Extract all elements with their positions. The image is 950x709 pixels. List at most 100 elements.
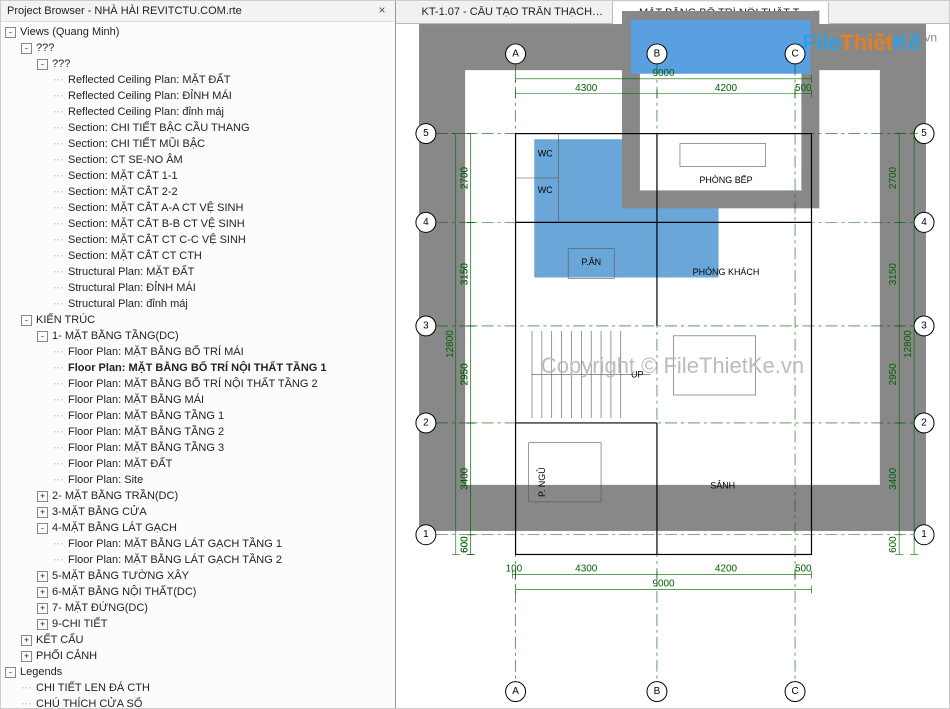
tree-item[interactable]: ⋯Floor Plan: MẶT BẰNG TẦNG 1 <box>5 408 395 424</box>
tree-item[interactable]: ⋯Section: MẶT CẮT B-B CT VỆ SINH <box>5 216 395 232</box>
tree-item[interactable]: ⋯Floor Plan: MẶT BẰNG BỐ TRÍ NỘI THẤT TẦ… <box>5 360 395 376</box>
tab-inactive[interactable]: KT-1.07 - CẤU TẠO TRẦN THẠCH C... <box>396 1 613 23</box>
tree-item[interactable]: ⋯Structural Plan: đỉnh máj <box>5 296 395 312</box>
tree-label[interactable]: 5-MẶT BẰNG TƯỜNG XÂY <box>50 568 191 584</box>
expand-icon[interactable]: + <box>37 491 48 502</box>
tree-label[interactable]: Structural Plan: ĐỈNH MÁI <box>66 280 198 296</box>
tree-label[interactable]: Section: MẶT CẮT 2-2 <box>66 184 180 200</box>
tree-label[interactable]: 7- MẶT ĐỨNG(DC) <box>50 600 150 616</box>
tree-item[interactable]: -KIẾN TRÚC <box>5 312 395 328</box>
tree-item[interactable]: ⋯Floor Plan: MẶT BẰNG TẦNG 2 <box>5 424 395 440</box>
tree-item[interactable]: -1- MẶT BẰNG TẦNG(DC) <box>5 328 395 344</box>
expand-icon[interactable]: + <box>21 651 32 662</box>
tree-item[interactable]: ⋯Floor Plan: MẶT BẰNG TẦNG 3 <box>5 440 395 456</box>
tree-label[interactable]: 6-MẶT BẰNG NỘI THẤT(DC) <box>50 584 198 600</box>
expand-icon[interactable]: + <box>37 619 48 630</box>
tree-item[interactable]: +KẾT CẤU <box>5 632 395 648</box>
tree-item[interactable]: ⋯Reflected Ceiling Plan: đỉnh máj <box>5 104 395 120</box>
tree-label[interactable]: CHÚ THÍCH CỬA SỔ <box>34 696 144 708</box>
expand-icon[interactable]: + <box>37 571 48 582</box>
tree-label[interactable]: Floor Plan: MẶT BẰNG TẦNG 1 <box>66 408 226 424</box>
tree-label[interactable]: Section: MẶT CẮT CT CTH <box>66 248 204 264</box>
expand-icon[interactable]: + <box>37 507 48 518</box>
tree-label[interactable]: KẾT CẤU <box>34 632 85 648</box>
tree-label[interactable]: Floor Plan: MẶT BẰNG BỐ TRÍ MÁI <box>66 344 246 360</box>
tree-label[interactable]: Structural Plan: đỉnh máj <box>66 296 190 312</box>
tree-item[interactable]: +9-CHI TIẾT <box>5 616 395 632</box>
tree-item[interactable]: ⋯Section: MẶT CẮT CT C-C VỆ SINH <box>5 232 395 248</box>
tree-label[interactable]: 9-CHI TIẾT <box>50 616 109 632</box>
tree-item[interactable]: +3-MẶT BẰNG CỬA <box>5 504 395 520</box>
tree-label[interactable]: Section: MẶT CẮT A-A CT VỆ SINH <box>66 200 245 216</box>
tree-label[interactable]: 2- MẶT BẰNG TRẦN(DC) <box>50 488 180 504</box>
tree-label[interactable]: Views (Quang Minh) <box>18 24 121 40</box>
collapse-icon[interactable]: - <box>21 315 32 326</box>
tree-item[interactable]: ⋯Section: MẶT CẮT A-A CT VỆ SINH <box>5 200 395 216</box>
tree-item[interactable]: +PHỐI CẢNH <box>5 648 395 664</box>
tree-item[interactable]: ⋯Floor Plan: Site <box>5 472 395 488</box>
collapse-icon[interactable]: - <box>5 667 16 678</box>
tree-label[interactable]: Section: MẶT CẮT 1-1 <box>66 168 180 184</box>
tree-item[interactable]: ⋯CHI TIẾT LEN ĐÁ CTH <box>5 680 395 696</box>
tree-label[interactable]: Floor Plan: MẶT BẰNG LÁT GẠCH TẦNG 2 <box>66 552 284 568</box>
tree-item[interactable]: ⋯Section: CT SE-NO ÂM <box>5 152 395 168</box>
tree-label[interactable]: Floor Plan: MẶT BẰNG TẦNG 2 <box>66 424 226 440</box>
tree-item[interactable]: -4-MẶT BẰNG LÁT GẠCH <box>5 520 395 536</box>
tree-item[interactable]: +5-MẶT BẰNG TƯỜNG XÂY <box>5 568 395 584</box>
tree-label[interactable]: 4-MẶT BẰNG LÁT GẠCH <box>50 520 179 536</box>
tree-item[interactable]: ⋯Floor Plan: MẶT BẰNG LÁT GẠCH TẦNG 1 <box>5 536 395 552</box>
tree-item[interactable]: ⋯Section: CHI TIẾT MŨI BẬC <box>5 136 395 152</box>
collapse-icon[interactable]: - <box>37 331 48 342</box>
tree-item[interactable]: ⋯Structural Plan: MẶT ĐẤT <box>5 264 395 280</box>
tree-label[interactable]: Structural Plan: MẶT ĐẤT <box>66 264 196 280</box>
tree-item[interactable]: +6-MẶT BẰNG NỘI THẤT(DC) <box>5 584 395 600</box>
tree-item[interactable]: -??? <box>5 40 395 56</box>
tree-item[interactable]: ⋯Reflected Ceiling Plan: MẶT ĐẤT <box>5 72 395 88</box>
tree-item[interactable]: ⋯Floor Plan: MẶT BẰNG BỐ TRÍ NỘI THẤT TẦ… <box>5 376 395 392</box>
tree-label[interactable]: Section: MẶT CẮT CT C-C VỆ SINH <box>66 232 248 248</box>
tree-label[interactable]: PHỐI CẢNH <box>34 648 99 664</box>
tree-label[interactable]: Floor Plan: MẶT BẰNG BỐ TRÍ NỘI THẤT TẦN… <box>66 360 329 376</box>
tree-label[interactable]: Section: CT SE-NO ÂM <box>66 152 185 168</box>
tree-item[interactable]: ⋯Reflected Ceiling Plan: ĐỈNH MÁI <box>5 88 395 104</box>
tree-item[interactable]: ⋯Floor Plan: MẶT BẰNG LÁT GẠCH TẦNG 2 <box>5 552 395 568</box>
tree-item[interactable]: ⋯Floor Plan: MẶT BẰNG MÁI <box>5 392 395 408</box>
tree-label[interactable]: ??? <box>34 40 56 56</box>
expand-icon[interactable]: + <box>37 587 48 598</box>
project-tree[interactable]: -Views (Quang Minh)-???-???⋯Reflected Ce… <box>1 22 395 708</box>
tree-item[interactable]: -Legends <box>5 664 395 680</box>
tree-item[interactable]: ⋯Structural Plan: ĐỈNH MÁI <box>5 280 395 296</box>
tree-item[interactable]: ⋯Floor Plan: MẶT ĐẤT <box>5 456 395 472</box>
tree-item[interactable]: ⋯CHÚ THÍCH CỬA SỔ <box>5 696 395 708</box>
tree-label[interactable]: Reflected Ceiling Plan: ĐỈNH MÁI <box>66 88 234 104</box>
tree-item[interactable]: ⋯Section: MẶT CẮT 2-2 <box>5 184 395 200</box>
tree-label[interactable]: Floor Plan: MẶT BẰNG TẦNG 3 <box>66 440 226 456</box>
tree-label[interactable]: Floor Plan: MẶT BẰNG LÁT GẠCH TẦNG 1 <box>66 536 284 552</box>
collapse-icon[interactable]: - <box>37 59 48 70</box>
collapse-icon[interactable]: - <box>5 27 16 38</box>
tree-label[interactable]: 3-MẶT BẰNG CỬA <box>50 504 149 520</box>
close-icon[interactable]: × <box>375 4 389 18</box>
tree-label[interactable]: 1- MẶT BẰNG TẦNG(DC) <box>50 328 181 344</box>
tree-label[interactable]: Section: MẶT CẮT B-B CT VỆ SINH <box>66 216 247 232</box>
tree-label[interactable]: Legends <box>18 664 64 680</box>
tree-label[interactable]: Floor Plan: MẶT BẰNG BỐ TRÍ NỘI THẤT TẦN… <box>66 376 320 392</box>
expand-icon[interactable]: + <box>21 635 32 646</box>
tree-item[interactable]: -??? <box>5 56 395 72</box>
drawing-canvas[interactable]: AABBCC5544332211430042005009000100430042… <box>396 24 949 708</box>
tree-label[interactable]: Floor Plan: MẶT ĐẤT <box>66 456 174 472</box>
tree-label[interactable]: Reflected Ceiling Plan: đỉnh máj <box>66 104 226 120</box>
collapse-icon[interactable]: - <box>37 523 48 534</box>
tree-item[interactable]: +2- MẶT BẰNG TRẦN(DC) <box>5 488 395 504</box>
tree-label[interactable]: ??? <box>50 56 72 72</box>
tree-item[interactable]: ⋯Section: MẶT CẮT CT CTH <box>5 248 395 264</box>
tab-active[interactable]: MẶT BẰNG BỐ TRÍ NỘI THẤT T... × <box>613 2 829 24</box>
tree-label[interactable]: Floor Plan: MẶT BẰNG MÁI <box>66 392 206 408</box>
expand-icon[interactable]: + <box>37 603 48 614</box>
tree-label[interactable]: CHI TIẾT LEN ĐÁ CTH <box>34 680 152 696</box>
tree-item[interactable]: ⋯Section: MẶT CẮT 1-1 <box>5 168 395 184</box>
tree-item[interactable]: +7- MẶT ĐỨNG(DC) <box>5 600 395 616</box>
tree-label[interactable]: Section: CHI TIẾT MŨI BẬC <box>66 136 207 152</box>
tree-item[interactable]: -Views (Quang Minh) <box>5 24 395 40</box>
tree-item[interactable]: ⋯Section: CHI TIẾT BẬC CẦU THANG <box>5 120 395 136</box>
